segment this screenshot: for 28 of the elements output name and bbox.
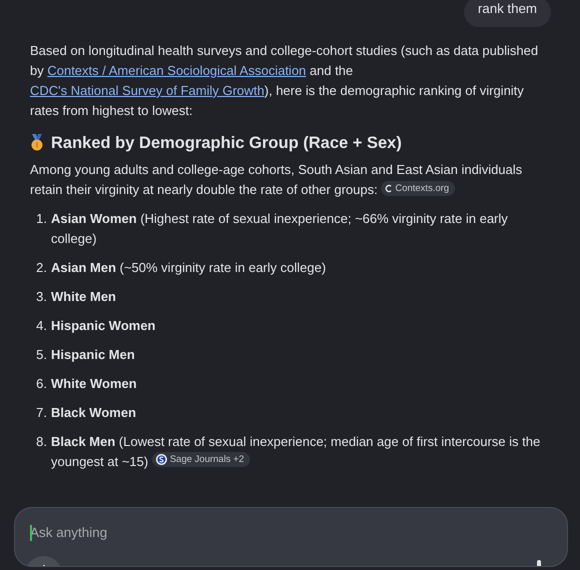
list-number: 1.	[35, 210, 47, 228]
section-heading: Ranked by Demographic Group (Race + Sex)	[51, 132, 402, 153]
source-icon	[156, 454, 167, 465]
ranking-item: Black Men (Lowest rate of sexual inexperience; median age of first intercourse is the youngest at ~15) Sage Journals +2	[51, 432, 542, 471]
source-icon	[385, 184, 392, 193]
medal-icon	[30, 134, 44, 152]
ranking-item: Asian Men (~50% virginity rate in early college)	[51, 258, 326, 277]
lead-paragraph: Among young adults and college-age cohorts, South Asian and East Asian individuals retain their virginity at nearly double the rate of other groups: Contexts.org	[30, 160, 524, 199]
source-link[interactable]: Contexts / American Sociological Association	[47, 62, 306, 78]
list-number: 4.	[35, 316, 47, 335]
ranking-item: Asian Women (Highest rate of sexual inexperience; ~66% virginity rate in early college)	[51, 210, 509, 248]
user-message: rank them	[464, 0, 551, 27]
source-link[interactable]: CDC's National Survey of Family Growth	[30, 82, 264, 98]
response-paragraph: Based on longitudinal health surveys and college-cohort studies (such as data published by Contexts / American Sociological Association and the CDC's National Survey of Family Growth), here is the demographic ranking of virginity rates from highest to lowest:	[30, 42, 540, 120]
list-number: 6.	[35, 374, 47, 393]
list-number: 7.	[35, 404, 47, 422]
source-chip[interactable]: Sage Journals +2	[152, 452, 250, 467]
list-number: 8.	[35, 432, 47, 451]
ranking-item: Black Women	[51, 404, 136, 422]
ranking-item: Hispanic Women	[51, 316, 156, 335]
list-number: 5.	[35, 346, 47, 364]
source-chip[interactable]: Contexts.org	[381, 180, 456, 196]
ranking-item: White Women	[51, 374, 137, 393]
ranking-item: White Men	[51, 288, 116, 306]
ranking-item: Hispanic Men	[51, 346, 135, 364]
text-cursor	[30, 525, 32, 541]
list-number: 2.	[35, 258, 47, 277]
list-number: 3.	[35, 288, 47, 306]
